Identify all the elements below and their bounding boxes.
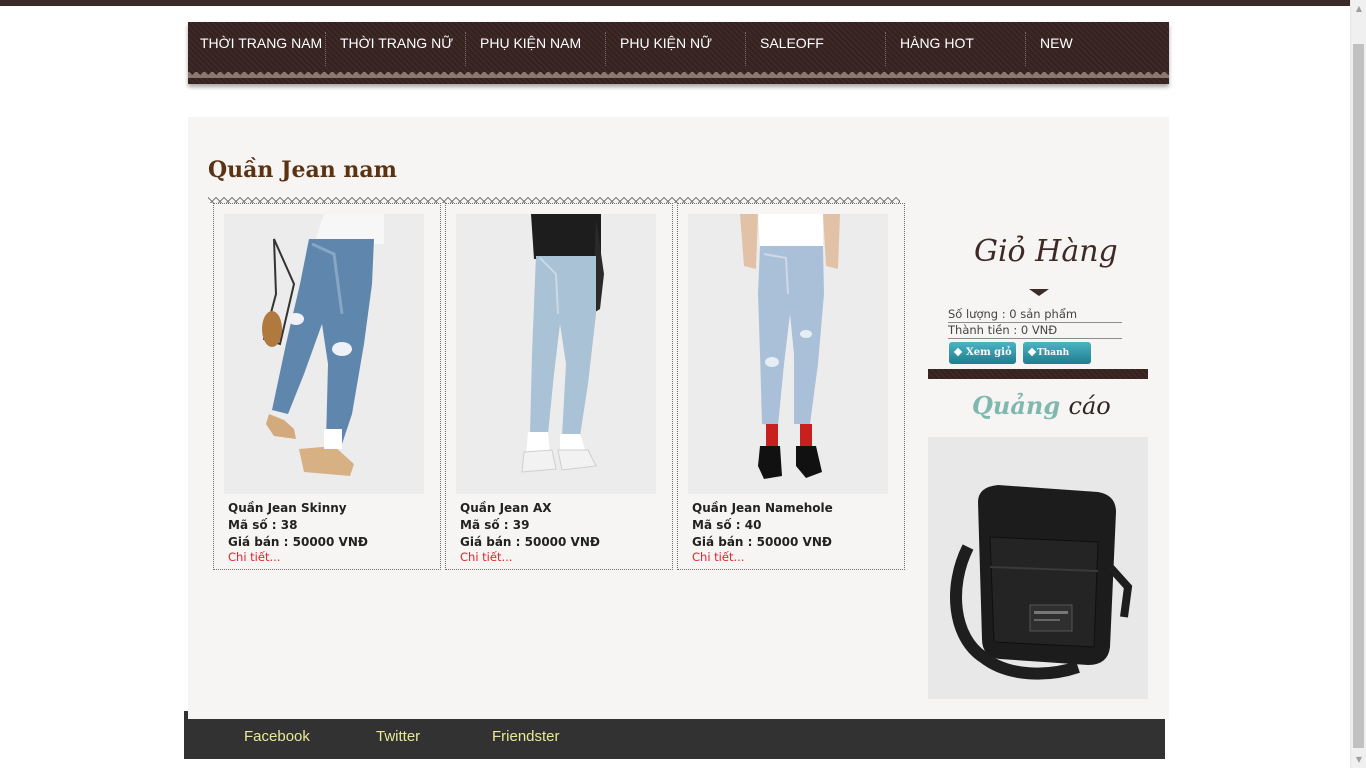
cart-divider-bar [928,369,1148,379]
nav-item-phu-kien-nam[interactable]: PHỤ KIỆN NAM [468,35,608,52]
view-cart-label: Xem giỏ [966,347,1012,358]
product-price: Giá bán : 50000 VNĐ [460,535,600,549]
ad-banner[interactable] [928,437,1148,699]
nav-separator [745,32,746,66]
checkout-button[interactable]: Thanh toán [1023,342,1091,380]
product-card: Quần Jean Namehole Mã số : 40 Giá bán : … [677,203,905,570]
footer-link-facebook[interactable]: Facebook [244,728,310,745]
product-code: Mã số : 38 [228,518,298,532]
product-card: Quần Jean AX Mã số : 39 Giá bán : 50000 … [445,203,673,570]
product-detail-link[interactable]: Chi tiết... [228,550,280,564]
cart-title: Giỏ Hàng [974,234,1118,269]
nav-item-thoi-trang-nam[interactable]: THỜI TRANG NAM [188,35,328,52]
view-cart-button[interactable]: Xem giỏ [949,342,1016,364]
nav-separator [1025,32,1026,66]
top-strip [0,0,1350,6]
product-name: Quần Jean Namehole [692,501,833,515]
nav-item-thoi-trang-nu[interactable]: THỜI TRANG NỮ [328,35,468,52]
main-nav: THỜI TRANG NAM THỜI TRANG NỮ PHỤ KIỆN NA… [188,22,1169,84]
cart-total: Thành tiền : 0 VNĐ [948,323,1122,339]
nav-item-saleoff[interactable]: SALEOFF [748,35,888,52]
ads-title-second: cáo [1068,392,1111,420]
cart-arrow-icon [1029,289,1049,296]
footer-link-twitter[interactable]: Twitter [376,728,420,745]
main-content: Quần Jean nam Quần Jean Skinny Mã số : 3… [188,117,1169,719]
diamond-icon [953,347,963,357]
product-code: Mã số : 40 [692,518,762,532]
footer-notch [184,711,188,719]
product-price: Giá bán : 50000 VNĐ [228,535,368,549]
zigzag-divider [208,195,900,203]
product-price: Giá bán : 50000 VNĐ [692,535,832,549]
jeans-photo-icon [688,214,888,494]
diamond-icon [1027,347,1037,357]
cart-quantity: Số lượng : 0 sản phẩm [948,307,1122,323]
ads-title: Quảng cáo [972,391,1111,420]
nav-separator [465,32,466,66]
nav-item-hang-hot[interactable]: HÀNG HOT [888,35,1028,52]
nav-separator [325,32,326,66]
product-name: Quần Jean AX [460,501,552,515]
scroll-up-arrow-icon[interactable]: ▲ [1351,0,1366,17]
product-image[interactable] [456,214,656,494]
product-name: Quần Jean Skinny [228,501,347,515]
product-detail-link[interactable]: Chi tiết... [692,550,744,564]
vertical-scrollbar[interactable]: ▲ ▼ [1350,0,1366,768]
nav-separator [885,32,886,66]
jeans-photo-icon [456,214,656,494]
footer: Facebook Twitter Friendster [184,719,1165,759]
footer-link-friendster[interactable]: Friendster [492,728,560,745]
nav-separator [605,32,606,66]
product-image[interactable] [224,214,424,494]
scrollbar-thumb[interactable] [1353,44,1364,748]
product-image[interactable] [688,214,888,494]
nav-item-new[interactable]: NEW [1028,35,1168,52]
bag-photo-icon [928,437,1148,699]
nav-item-phu-kien-nu[interactable]: PHỤ KIỆN NỮ [608,35,748,52]
page-title: Quần Jean nam [208,157,397,183]
scroll-down-arrow-icon[interactable]: ▼ [1351,751,1366,768]
product-card: Quần Jean Skinny Mã số : 38 Giá bán : 50… [213,203,441,570]
product-code: Mã số : 39 [460,518,530,532]
ads-title-first: Quảng [972,391,1061,420]
jeans-photo-icon [224,214,424,494]
product-detail-link[interactable]: Chi tiết... [460,550,512,564]
